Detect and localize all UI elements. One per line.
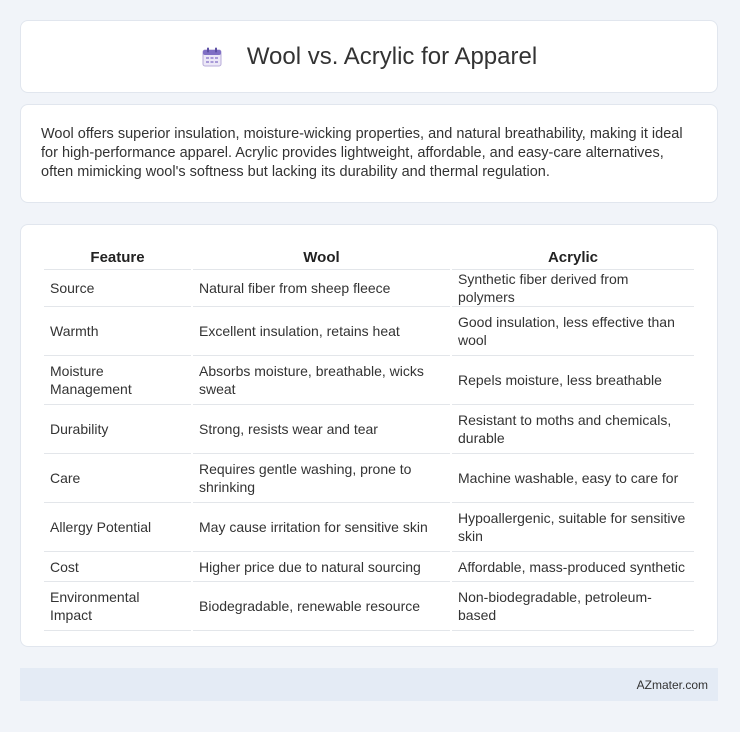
table-row: Allergy Potential May cause irritation f… [44,503,694,552]
table-row: Durability Strong, resists wear and tear… [44,405,694,454]
wool-cell: Natural fiber from sheep fleece [193,270,450,307]
feature-cell: Warmth [44,307,191,356]
wool-cell: Requires gentle washing, prone to shrink… [193,454,450,503]
feature-cell: Cost [44,552,191,582]
footer-bar: AZmater.com [20,668,718,701]
footer-site-link[interactable]: AZmater.com [637,678,708,692]
acrylic-cell: Hypoallergenic, suitable for sensitive s… [452,503,694,552]
table-row: Moisture Management Absorbs moisture, br… [44,356,694,405]
calendar-icon [201,46,223,68]
intro-paragraph: Wool offers superior insulation, moistur… [41,126,683,180]
wool-cell: Higher price due to natural sourcing [193,552,450,582]
wool-cell: Strong, resists wear and tear [193,405,450,454]
column-header-feature: Feature [44,245,191,270]
wool-cell: May cause irritation for sensitive skin [193,503,450,552]
page-title: Wool vs. Acrylic for Apparel [201,43,537,71]
column-header-acrylic: Acrylic [452,245,694,270]
comparison-card: Feature Wool Acrylic Source Natural fibe… [20,224,718,647]
table-header-row: Feature Wool Acrylic [44,245,694,270]
feature-cell: Environmental Impact [44,582,191,631]
acrylic-cell: Good insulation, less effective than woo… [452,307,694,356]
comparison-table: Feature Wool Acrylic Source Natural fibe… [42,245,696,631]
title-card: Wool vs. Acrylic for Apparel [20,20,718,93]
table-row: Cost Higher price due to natural sourcin… [44,552,694,582]
feature-cell: Durability [44,405,191,454]
table-row: Source Natural fiber from sheep fleece S… [44,270,694,307]
acrylic-cell: Non-biodegradable, petroleum-based [452,582,694,631]
acrylic-cell: Resistant to moths and chemicals, durabl… [452,405,694,454]
table-row: Environmental Impact Biodegradable, rene… [44,582,694,631]
acrylic-cell: Affordable, mass-produced synthetic [452,552,694,582]
acrylic-cell: Machine washable, easy to care for [452,454,694,503]
wool-cell: Excellent insulation, retains heat [193,307,450,356]
feature-cell: Source [44,270,191,307]
acrylic-cell: Synthetic fiber derived from polymers [452,270,694,307]
table-row: Care Requires gentle washing, prone to s… [44,454,694,503]
acrylic-cell: Repels moisture, less breathable [452,356,694,405]
feature-cell: Allergy Potential [44,503,191,552]
wool-cell: Absorbs moisture, breathable, wicks swea… [193,356,450,405]
feature-cell: Care [44,454,191,503]
column-header-wool: Wool [193,245,450,270]
page-title-text: Wool vs. Acrylic for Apparel [246,42,538,70]
wool-cell: Biodegradable, renewable resource [193,582,450,631]
table-row: Warmth Excellent insulation, retains hea… [44,307,694,356]
feature-cell: Moisture Management [44,356,191,405]
intro-card: Wool offers superior insulation, moistur… [20,104,718,203]
